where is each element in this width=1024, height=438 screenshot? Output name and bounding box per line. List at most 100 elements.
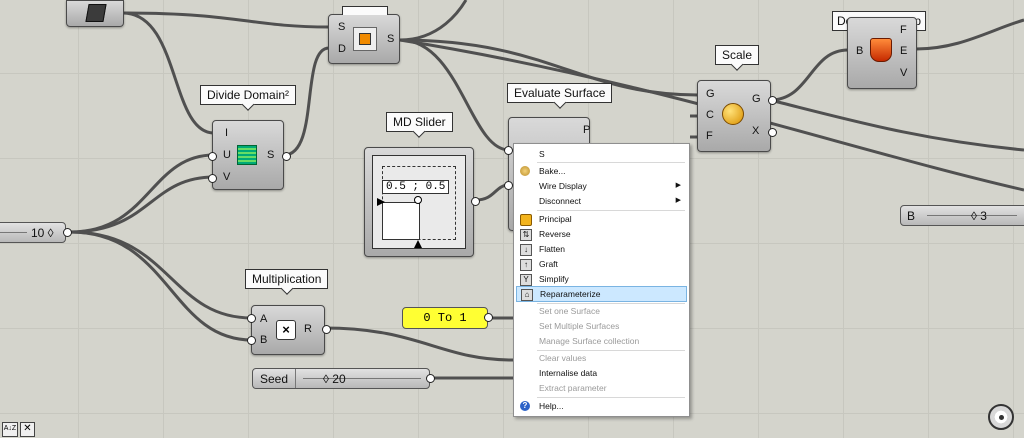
menu-item-reverse[interactable]: ⇅ Reverse bbox=[516, 227, 687, 241]
output-grip[interactable] bbox=[63, 228, 72, 237]
input-g[interactable]: G bbox=[706, 88, 715, 100]
principal-icon bbox=[520, 214, 532, 226]
output-s[interactable]: S bbox=[387, 33, 394, 45]
input-s[interactable]: S bbox=[338, 21, 345, 33]
input-d[interactable]: D bbox=[338, 43, 346, 55]
output-grip[interactable] bbox=[484, 313, 493, 322]
output-grip[interactable] bbox=[768, 96, 777, 105]
output-r[interactable]: R bbox=[304, 323, 312, 335]
menu-separator bbox=[537, 210, 685, 211]
wire bbox=[122, 11, 330, 29]
wire bbox=[69, 230, 253, 342]
menu-item-set-multiple-surfaces[interactable]: Set Multiple Surfaces bbox=[516, 319, 687, 333]
input-grip[interactable] bbox=[208, 174, 217, 183]
input-grip[interactable] bbox=[504, 181, 513, 190]
input-c[interactable]: C bbox=[706, 109, 714, 121]
panel-domain[interactable]: 0 To 1 bbox=[402, 307, 488, 329]
wire bbox=[122, 11, 215, 135]
wire bbox=[399, 0, 468, 42]
slider-marker-icon bbox=[377, 198, 385, 206]
close-button[interactable]: ✕ bbox=[20, 422, 35, 437]
sub-surface-tab bbox=[342, 6, 388, 15]
menu-item-graft[interactable]: ↑ Graft bbox=[516, 257, 687, 271]
menu-item-manage-surface-collection[interactable]: Manage Surface collection bbox=[516, 334, 687, 348]
output-grip[interactable] bbox=[426, 374, 435, 383]
output-x[interactable]: X bbox=[752, 125, 759, 137]
wire bbox=[69, 175, 215, 234]
menu-item-set-one-surface[interactable]: Set one Surface bbox=[516, 304, 687, 318]
sub-surface-component[interactable]: S D S bbox=[328, 14, 400, 64]
menu-item-disconnect[interactable]: Disconnect ▶ bbox=[516, 194, 687, 208]
input-a[interactable]: A bbox=[260, 313, 267, 325]
md-slider-field[interactable]: 0.5 ; 0.5 bbox=[372, 155, 466, 249]
input-grip[interactable] bbox=[208, 152, 217, 161]
output-e[interactable]: E bbox=[900, 45, 907, 57]
input-grip[interactable] bbox=[247, 314, 256, 323]
input-grip[interactable] bbox=[247, 336, 256, 345]
wire bbox=[769, 48, 849, 102]
sort-button[interactable]: A↓Z bbox=[2, 422, 18, 437]
scale-component[interactable]: G C F G X bbox=[697, 80, 771, 152]
input-v[interactable]: V bbox=[223, 171, 230, 183]
wire bbox=[323, 326, 514, 362]
menu-item-help[interactable]: ? Help... bbox=[516, 399, 687, 413]
output-g[interactable]: G bbox=[752, 93, 761, 105]
reparameterize-icon: ⌂ bbox=[521, 289, 533, 301]
scale-title: Scale bbox=[715, 45, 760, 65]
slider-marker-icon bbox=[414, 240, 422, 248]
box-icon bbox=[85, 4, 107, 22]
deconstruct-component[interactable]: B F E V bbox=[847, 17, 917, 89]
input-u[interactable]: U bbox=[223, 149, 231, 161]
divide-domain-component[interactable]: I U V S bbox=[212, 120, 284, 190]
menu-item-internalise-data[interactable]: Internalise data bbox=[516, 366, 687, 380]
number-slider-left[interactable]: 10 ◊ bbox=[0, 222, 66, 243]
output-grip[interactable] bbox=[322, 325, 331, 334]
md-slider-component[interactable]: 0.5 ; 0.5 bbox=[364, 147, 474, 257]
menu-separator bbox=[537, 397, 685, 398]
wire bbox=[69, 230, 253, 320]
output-s[interactable]: S bbox=[267, 149, 274, 161]
md-slider-title: MD Slider bbox=[386, 112, 453, 132]
output-p[interactable]: P bbox=[583, 124, 590, 136]
top-left-component[interactable] bbox=[66, 0, 124, 27]
seed-slider[interactable]: Seed ◊ 20 bbox=[252, 368, 430, 389]
menu-item-flatten[interactable]: ↓ Flatten bbox=[516, 242, 687, 256]
menu-item-simplify[interactable]: Y Simplify bbox=[516, 272, 687, 286]
output-grip[interactable] bbox=[282, 152, 291, 161]
divide-domain-icon bbox=[237, 145, 257, 165]
output-f[interactable]: F bbox=[900, 24, 907, 36]
menu-item-principal[interactable]: Principal bbox=[516, 212, 687, 226]
navigation-compass-icon[interactable] bbox=[988, 404, 1014, 430]
number-slider-right[interactable]: B ◊ 3 bbox=[900, 205, 1024, 226]
submenu-arrow-icon: ▶ bbox=[675, 182, 681, 189]
menu-item-clear-values[interactable]: Clear values bbox=[516, 351, 687, 365]
menu-item-wire-display[interactable]: Wire Display ▶ bbox=[516, 179, 687, 193]
slider-value: ◊ 20 bbox=[323, 372, 346, 386]
input-f[interactable]: F bbox=[706, 130, 713, 142]
input-b[interactable]: B bbox=[856, 45, 863, 57]
input-b[interactable]: B bbox=[260, 334, 267, 346]
wire bbox=[769, 98, 1024, 152]
input-grip[interactable] bbox=[504, 146, 513, 155]
slider-label: B bbox=[907, 209, 916, 223]
wire bbox=[915, 18, 1024, 51]
submenu-arrow-icon: ▶ bbox=[675, 197, 681, 204]
graft-icon: ↑ bbox=[520, 259, 532, 271]
menu-item-extract-parameter[interactable]: Extract parameter bbox=[516, 381, 687, 395]
subsurface-icon bbox=[353, 27, 377, 51]
output-grip[interactable] bbox=[768, 128, 777, 137]
multiplication-component[interactable]: A B R × bbox=[251, 305, 325, 355]
deconstruct-icon bbox=[870, 38, 892, 62]
output-v[interactable]: V bbox=[900, 67, 907, 79]
scale-icon bbox=[722, 103, 744, 125]
slider-value: 10 ◊ bbox=[31, 226, 54, 240]
menu-header: S bbox=[539, 149, 545, 159]
menu-item-bake[interactable]: Bake... bbox=[516, 164, 687, 178]
menu-item-reparameterize[interactable]: ⌂ Reparameterize bbox=[516, 286, 687, 302]
wire bbox=[69, 153, 215, 234]
input-i[interactable]: I bbox=[225, 127, 228, 139]
context-menu[interactable]: S Bake... Wire Display ▶ Disconnect ▶ Pr… bbox=[513, 143, 690, 417]
menu-separator bbox=[537, 162, 685, 163]
slider-value: ◊ 3 bbox=[971, 209, 987, 223]
output-grip[interactable] bbox=[471, 197, 480, 206]
